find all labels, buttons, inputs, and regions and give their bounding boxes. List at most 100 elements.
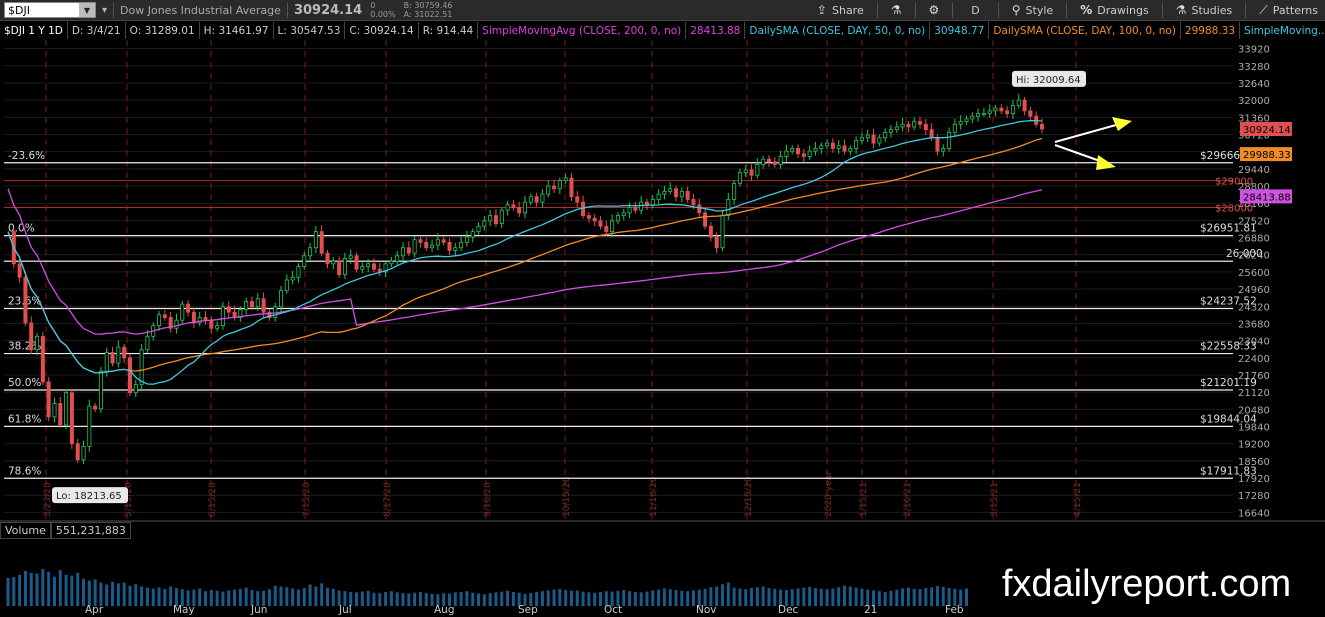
candle-body — [261, 298, 266, 313]
share-button[interactable]: ⇪ Share — [810, 3, 871, 17]
y-tick-label: 23680 — [1238, 319, 1270, 330]
candle-body — [145, 335, 150, 351]
candle-body — [540, 193, 545, 203]
volume-bar — [633, 591, 637, 606]
lo-callout-text: Lo: 18213.65 — [56, 491, 122, 502]
candle-body — [488, 215, 493, 222]
volume-bar — [163, 588, 167, 606]
candle-body — [557, 180, 562, 190]
volume-bar — [831, 588, 835, 606]
candle-body — [964, 118, 969, 122]
volume-bar — [116, 583, 120, 606]
y-tick-label: 24960 — [1238, 285, 1270, 296]
candle-body — [110, 352, 115, 364]
volume-bar — [151, 588, 155, 606]
y-tick-label: 33920 — [1238, 45, 1270, 56]
x-axis-label: Feb — [945, 604, 964, 616]
settings-button[interactable]: ⚙ — [922, 3, 947, 17]
candle-body — [714, 236, 719, 249]
candle-body — [116, 346, 121, 364]
symbol-input[interactable]: $DJI ▼ — [4, 2, 96, 18]
candle-body — [813, 148, 818, 152]
candle-body — [1028, 110, 1033, 117]
candle-body — [970, 115, 975, 120]
chevron-down-icon[interactable]: ▼ — [79, 3, 95, 17]
candle-body — [633, 207, 638, 211]
drawings-button[interactable]: % Drawings — [1073, 3, 1156, 17]
candle-body — [389, 260, 394, 265]
candle-body — [35, 335, 40, 351]
candle-body — [976, 113, 981, 117]
volume-bar — [924, 588, 928, 606]
volume-bar — [401, 593, 405, 606]
red-level-label: $29000 — [1215, 177, 1253, 188]
volume-bar — [761, 586, 765, 606]
share-icon: ⇪ — [816, 3, 827, 17]
info-icon[interactable]: ▾ — [102, 0, 107, 21]
volume-bar — [418, 591, 422, 606]
candle-body — [627, 207, 632, 214]
candle-body — [546, 185, 551, 195]
volume-bar — [76, 572, 80, 606]
date-marker-label: 2/16/21 — [903, 482, 913, 517]
candle-body — [284, 279, 289, 292]
candle-body — [894, 126, 899, 131]
volume-bar — [308, 584, 312, 606]
volume-bar — [314, 586, 318, 606]
candle-body — [505, 204, 510, 211]
volume-bar — [622, 590, 626, 606]
candle-body — [418, 239, 423, 243]
volume-bar — [23, 570, 27, 606]
volume-bar — [564, 590, 568, 606]
volume-bar — [285, 587, 289, 606]
fib-level-value: $19844.04 — [1200, 413, 1257, 425]
volume-bar — [64, 574, 68, 606]
volume-bar — [18, 574, 22, 606]
candle-body — [836, 145, 841, 149]
flask-button[interactable]: ⚗ — [884, 3, 909, 17]
info-item: R: 914.44 — [419, 22, 479, 39]
volume-bar — [691, 590, 695, 606]
candle-body — [470, 231, 475, 238]
info-item: D: 3/4/21 — [68, 22, 126, 39]
candle-body — [464, 236, 469, 243]
studies-button[interactable]: ⚗ Studies — [1169, 3, 1240, 17]
period-button[interactable]: D — [959, 4, 991, 17]
y-tick-label: 16640 — [1238, 508, 1270, 519]
change-block: 0 0.00% — [370, 1, 395, 19]
volume-bar — [302, 588, 306, 606]
ask-value: A: 31022.51 — [403, 10, 453, 19]
candle-body — [656, 193, 661, 200]
candle-body — [52, 403, 57, 418]
date-marker-label: 10/15/20 — [562, 476, 572, 517]
candle-body — [697, 204, 702, 214]
volume-bar — [227, 590, 231, 606]
candle-body — [58, 403, 63, 426]
candle-body — [354, 255, 359, 270]
candle-body — [308, 247, 313, 257]
candle-body — [40, 335, 45, 383]
volume-bar — [209, 590, 213, 606]
candle-body — [1005, 110, 1010, 114]
candle-body — [854, 139, 859, 149]
volume-bar — [279, 586, 283, 606]
candle-body — [424, 241, 429, 249]
volume-bar — [575, 590, 579, 606]
x-axis-label: Aug — [434, 604, 455, 616]
volume-bar — [407, 593, 411, 606]
candle-body — [104, 352, 109, 372]
volume-bar — [558, 588, 562, 606]
patterns-button[interactable]: ⟋ Patterns — [1252, 3, 1325, 18]
volume-bar — [389, 591, 393, 606]
volume-bar — [471, 592, 475, 606]
level-26000-label: 26,000 — [1226, 248, 1263, 260]
date-marker-label: 6/15/20 — [208, 482, 218, 517]
watermark: fxdailyreport.com — [968, 552, 1325, 617]
last-price: 30924.14 — [293, 2, 363, 18]
style-button[interactable]: ⚲ Style — [1005, 3, 1060, 17]
price-chart[interactable]: 3392033280326403200031360307203008029440… — [0, 21, 1325, 617]
volume-bar — [738, 588, 742, 606]
volume-bar — [221, 591, 225, 606]
candle-body — [226, 306, 231, 313]
x-axis-label: Jun — [250, 604, 267, 616]
